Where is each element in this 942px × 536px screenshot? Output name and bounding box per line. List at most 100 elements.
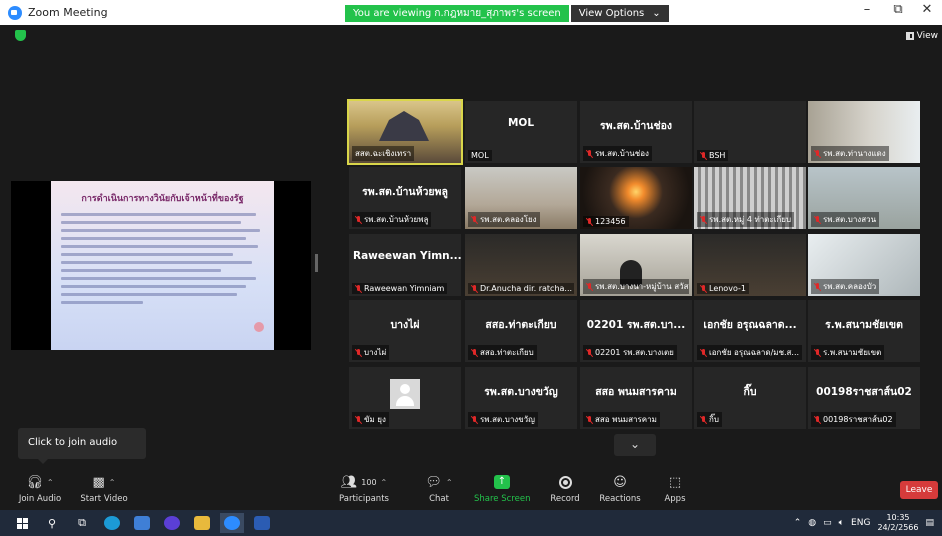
participant-tile[interactable]: รพ.สต.คลองบัว xyxy=(808,234,920,296)
participant-tile[interactable]: รพ.สต.บางสวน xyxy=(808,167,920,229)
taskbar-clock[interactable]: 10:35 24/2/2566 xyxy=(877,513,918,533)
share-screen-button[interactable]: ↑ Share Screen xyxy=(474,474,530,504)
share-banner: You are viewing ก.กฎหมาย_สุภาพร's screen… xyxy=(345,5,669,22)
view-button[interactable]: View xyxy=(905,31,938,41)
chat-label: Chat xyxy=(429,494,449,504)
participant-tile[interactable]: Lenovo-1 xyxy=(694,234,806,296)
view-options-button[interactable]: View Options ⌄ xyxy=(570,5,669,22)
mic-muted-icon xyxy=(700,284,707,293)
participant-tile[interactable]: สสอ.ท่าตะเกียบ สสอ.ท่าตะเกียบ xyxy=(465,300,577,362)
participant-tile[interactable]: กิ๊บ กิ๊บ xyxy=(694,367,806,429)
participant-tile[interactable]: บางไผ่ บางไผ่ xyxy=(349,300,461,362)
participant-tile[interactable]: รพ.สต.หมู่ 4 ท่าตะเกียบ xyxy=(694,167,806,229)
word-taskbar-button[interactable] xyxy=(250,513,274,533)
participant-name: รพ.สต.บางสวน xyxy=(823,215,877,224)
apps-button[interactable]: ⬚ Apps xyxy=(660,474,690,505)
participant-tile[interactable]: Raweewan Yimn... Raweewan Yimniam xyxy=(349,234,461,296)
participant-name-label: สสอ.ท่าตะเกียบ xyxy=(468,345,537,360)
participant-tile[interactable]: รพ.สต.คลองโยง xyxy=(465,167,577,229)
volume-icon[interactable]: 🔈︎ xyxy=(839,518,844,528)
participant-name-label: รพ.สต.คลองโยง xyxy=(468,212,540,227)
participant-name-label: บางไผ่ xyxy=(352,345,390,360)
maximize-button[interactable]: ⧉ xyxy=(883,2,913,17)
participant-name-label: เอกชัย อรุณฉลาด/มช.ส... xyxy=(697,345,803,360)
participant-name: รพ.สต.บางนา-หมู่บ้าน สวัสดิ์ xyxy=(595,282,689,291)
task-view-button[interactable]: ⧉ xyxy=(70,513,94,533)
participant-name-label: รพ.สต.บางนา-หมู่บ้าน สวัสดิ์ xyxy=(583,279,689,294)
mic-muted-icon xyxy=(355,215,362,224)
participant-tile[interactable]: BSH xyxy=(694,101,806,163)
participant-name-label: สสอ พนมสารคาม xyxy=(583,412,660,427)
close-button[interactable]: ✕ xyxy=(912,2,942,17)
record-button[interactable]: Record xyxy=(546,474,584,504)
mic-muted-icon xyxy=(586,415,593,424)
participant-tile[interactable]: รพ.สต.บางขวัญ รพ.สต.บางขวัญ xyxy=(465,367,577,429)
participant-tile[interactable]: รพ.สต.บ้านห้วยพลู รพ.สต.บ้านห้วยพลู xyxy=(349,167,461,229)
security-shield-icon[interactable] xyxy=(15,30,26,41)
chevron-up-icon[interactable]: ⌃ xyxy=(109,478,116,487)
app-taskbar-button[interactable] xyxy=(160,513,184,533)
participant-name: ร.พ.สนามชัยเขต xyxy=(823,348,882,357)
participant-name-label: Lenovo-1 xyxy=(697,283,749,294)
leave-button[interactable]: Leave xyxy=(900,481,938,499)
participant-tile[interactable]: สสต.ฉะเชิงเทรา xyxy=(347,99,463,165)
chevron-up-icon[interactable]: ⌃ xyxy=(47,478,54,487)
chevron-up-icon[interactable]: ⌃ xyxy=(446,478,453,487)
minimize-button[interactable]: – xyxy=(852,2,882,17)
language-indicator[interactable]: ENG xyxy=(851,518,870,528)
chevron-up-icon[interactable]: ⌃ xyxy=(381,478,388,487)
chat-button[interactable]: 💬︎ ⌃ Chat xyxy=(422,474,456,505)
participant-name-label: กิ๊บ xyxy=(697,412,722,427)
gallery-scroll-down-button[interactable]: ⌄ xyxy=(614,434,656,456)
windows-logo-icon xyxy=(16,517,28,529)
participants-button[interactable]: 👥︎ 100 ⌃ Participants xyxy=(336,474,392,505)
zoom-window: Zoom Meeting You are viewing ก.กฎหมาย_สุ… xyxy=(0,0,942,536)
network-icon[interactable]: ◍ xyxy=(808,518,816,528)
system-tray: ⌃ ◍ ▭ 🔈︎ ENG 10:35 24/2/2566 ▤ xyxy=(794,510,942,536)
participant-display-name: Raweewan Yimn... xyxy=(353,250,461,262)
join-audio-button[interactable]: 🎧︎ ⌃ Join Audio xyxy=(14,474,66,505)
participant-name: รพ.สต.บ้านช่อง xyxy=(595,149,649,158)
participant-tile[interactable]: 02201 รพ.สต.บา... 02201 รพ.สต.บางเตย xyxy=(580,300,692,362)
contacts-taskbar-button[interactable] xyxy=(130,513,154,533)
reactions-button[interactable]: ☺ Reactions xyxy=(598,474,642,505)
participants-icon: 👥︎ xyxy=(340,474,358,490)
clock-date: 24/2/2566 xyxy=(877,523,919,532)
participant-tile[interactable]: สสอ พนมสารคาม สสอ พนมสารคาม xyxy=(580,367,692,429)
zoom-taskbar-button[interactable] xyxy=(220,513,244,533)
participant-tile[interactable]: เอกชัย อรุณฉลาด... เอกชัย อรุณฉลาด/มช.ส..… xyxy=(694,300,806,362)
participant-display-name: เอกชัย อรุณฉลาด... xyxy=(703,319,797,331)
participant-tile[interactable]: MOL MOL xyxy=(465,101,577,163)
panel-splitter-handle[interactable] xyxy=(315,254,318,272)
slide-decoration xyxy=(254,322,264,332)
participant-name-label: รพ.สต.บางสวน xyxy=(811,212,880,227)
participant-tile[interactable]: รพ.สต.บ้านช่อง รพ.สต.บ้านช่อง xyxy=(580,101,692,163)
participant-tile[interactable]: 00198ราชสาส์น02 00198ราชสาส์น02 xyxy=(808,367,920,429)
windows-taskbar: ⚲ ⧉ ⌃ ◍ ▭ 🔈︎ ENG 10:35 24/2/2566 ▤ xyxy=(0,510,942,536)
participant-tile[interactable]: รพ.สต.บางนา-หมู่บ้าน สวัสดิ์ xyxy=(580,234,692,296)
explorer-taskbar-button[interactable] xyxy=(190,513,214,533)
notifications-icon[interactable]: ▤ xyxy=(925,518,934,528)
mic-muted-icon xyxy=(471,215,478,224)
start-button[interactable] xyxy=(10,513,34,533)
chevron-up-icon[interactable]: ⌃ xyxy=(794,518,802,528)
window-title: Zoom Meeting xyxy=(28,6,108,19)
zoom-icon xyxy=(224,516,240,530)
mic-muted-icon xyxy=(586,348,593,357)
participant-tile[interactable]: รพ.สต.ท่านางแดง xyxy=(808,101,920,163)
edge-taskbar-button[interactable] xyxy=(100,513,124,533)
participant-tile[interactable]: Dr.Anucha dir. ratcha... xyxy=(465,234,577,296)
participant-tile[interactable]: ร.พ.สนามชัยเขต ร.พ.สนามชัยเขต xyxy=(808,300,920,362)
participant-name-label: MOL xyxy=(468,150,492,161)
mic-muted-icon xyxy=(471,415,478,424)
zoom-logo-icon xyxy=(8,5,22,20)
participant-tile[interactable]: 123456 xyxy=(580,167,692,229)
participant-display-name: ร.พ.สนามชัยเขต xyxy=(825,319,903,331)
battery-icon[interactable]: ▭ xyxy=(823,518,832,528)
participant-name: รพ.สต.คลองโยง xyxy=(480,215,537,224)
participant-tile[interactable]: ขัม ยุง xyxy=(349,367,461,429)
start-video-button[interactable]: ▩ ⌃ Start Video xyxy=(78,474,130,505)
participant-name: BSH xyxy=(709,151,726,160)
search-button[interactable]: ⚲ xyxy=(40,513,64,533)
participant-name-label: 00198ราชสาส์น02 xyxy=(811,412,896,427)
